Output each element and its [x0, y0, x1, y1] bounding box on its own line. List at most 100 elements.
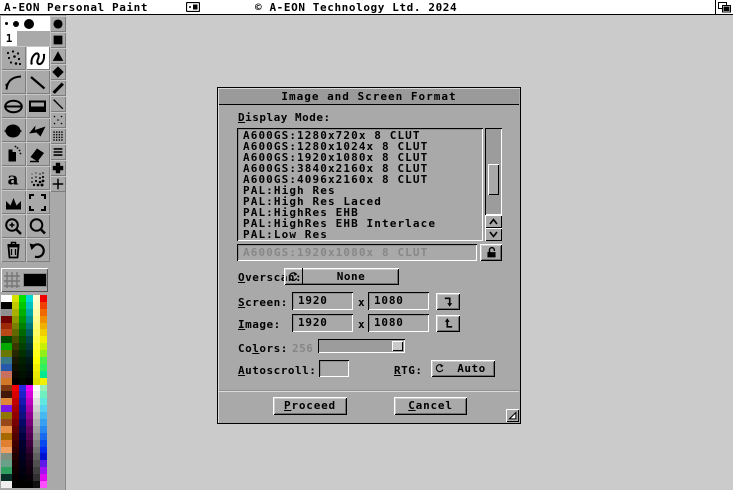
tool-crown-brush[interactable] [1, 190, 26, 214]
palette-color-7-2[interactable] [19, 343, 26, 350]
palette-color-3-4[interactable] [33, 316, 40, 323]
palette-color-22-1[interactable] [12, 447, 19, 454]
tool-rectangle[interactable] [26, 94, 51, 118]
palette-color-27-1[interactable] [12, 481, 19, 488]
palette-color-4-2[interactable] [19, 323, 26, 330]
palette-color-20-0[interactable] [1, 433, 12, 440]
palette-color-5-1[interactable] [12, 329, 19, 336]
palette-color-24-4[interactable] [33, 460, 40, 467]
palette-color-1-4[interactable] [33, 302, 40, 309]
palette-color-24-0[interactable] [1, 460, 12, 467]
palette-color-16-2[interactable] [19, 405, 26, 412]
brush-size-selector[interactable] [1, 16, 50, 31]
palette-color-16-5[interactable] [40, 405, 47, 412]
colors-slider-knob[interactable] [392, 341, 403, 351]
palette-color-13-4[interactable] [33, 385, 40, 392]
palette-color-23-5[interactable] [40, 453, 47, 460]
palette-color-21-0[interactable] [1, 440, 12, 447]
palette-color-14-2[interactable] [19, 391, 26, 398]
palette-color-9-1[interactable] [12, 357, 19, 364]
palette-color-10-4[interactable] [33, 364, 40, 371]
palette-color-22-3[interactable] [26, 447, 33, 454]
palette-color-11-3[interactable] [26, 371, 33, 378]
palette-color-0-1[interactable] [12, 295, 19, 302]
palette-color-7-0[interactable] [1, 343, 12, 350]
palette-color-15-0[interactable] [1, 398, 12, 405]
palette-color-1-2[interactable] [19, 302, 26, 309]
palette-color-12-5[interactable] [40, 378, 47, 385]
palette-color-17-5[interactable] [40, 412, 47, 419]
brush-dot-medium-icon[interactable] [13, 21, 19, 27]
palette-color-13-5[interactable] [40, 385, 47, 392]
resize-grip[interactable] [506, 409, 519, 422]
palette-color-14-5[interactable] [40, 391, 47, 398]
palette-color-2-5[interactable] [40, 309, 47, 316]
palette-color-25-0[interactable] [1, 467, 12, 474]
tool-ellipse[interactable] [1, 94, 26, 118]
palette-color-9-2[interactable] [19, 357, 26, 364]
palette-color-22-4[interactable] [33, 447, 40, 454]
palette-color-6-0[interactable] [1, 336, 12, 343]
palette-color-3-5[interactable] [40, 316, 47, 323]
palette-color-20-2[interactable] [19, 433, 26, 440]
scroll-down-button[interactable] [485, 228, 502, 241]
palette-color-18-5[interactable] [40, 419, 47, 426]
palette-color-17-0[interactable] [1, 412, 12, 419]
palette-color-8-3[interactable] [26, 350, 33, 357]
palette-color-9-5[interactable] [40, 357, 47, 364]
palette-color-19-1[interactable] [12, 426, 19, 433]
palette-color-26-2[interactable] [19, 474, 26, 481]
palette-color-7-3[interactable] [26, 343, 33, 350]
palette-color-18-3[interactable] [26, 419, 33, 426]
screen-height-field[interactable]: 1080 [368, 292, 429, 310]
palette-color-8-4[interactable] [33, 350, 40, 357]
palette-color-1-3[interactable] [26, 302, 33, 309]
palette-color-16-0[interactable] [1, 405, 12, 412]
colors-slider[interactable] [318, 339, 405, 353]
palette-color-3-0[interactable] [1, 316, 12, 323]
tool-bold-plus[interactable] [50, 160, 66, 176]
display-mode-list[interactable]: A600GS:1280x720x 8 CLUTA600GS:1280x1024x… [237, 128, 483, 241]
palette-color-23-4[interactable] [33, 453, 40, 460]
palette-color-4-3[interactable] [26, 323, 33, 330]
palette-color-5-0[interactable] [1, 329, 12, 336]
display-mode-item[interactable]: PAL:Low Res [243, 229, 483, 240]
palette-color-11-2[interactable] [19, 371, 26, 378]
tool-filled-diamond[interactable] [50, 64, 66, 80]
autoscroll-checkbox[interactable] [319, 360, 349, 377]
palette-color-5-3[interactable] [26, 329, 33, 336]
palette-color-26-4[interactable] [33, 474, 40, 481]
tool-trash[interactable] [1, 238, 26, 262]
palette-color-9-4[interactable] [33, 357, 40, 364]
palette-color-4-1[interactable] [12, 323, 19, 330]
tool-thin-diagonal-line[interactable] [50, 96, 66, 112]
palette-color-0-4[interactable] [33, 295, 40, 302]
tool-zoom-in[interactable] [1, 214, 26, 238]
palette-color-14-1[interactable] [12, 391, 19, 398]
screen-depth-gadget-icon[interactable] [715, 0, 733, 14]
palette-color-24-2[interactable] [19, 460, 26, 467]
palette-color-11-0[interactable] [1, 371, 12, 378]
palette-color-12-2[interactable] [19, 378, 26, 385]
copy-image-to-screen-button[interactable] [436, 315, 460, 332]
tool-menu-lines[interactable] [50, 144, 66, 160]
tool-spray-can[interactable] [1, 142, 26, 166]
palette-color-15-1[interactable] [12, 398, 19, 405]
palette-color-12-3[interactable] [26, 378, 33, 385]
palette-color-25-1[interactable] [12, 467, 19, 474]
palette-color-2-1[interactable] [12, 309, 19, 316]
scrollbar-track[interactable] [485, 128, 502, 215]
cancel-button[interactable]: Cancel [394, 397, 467, 415]
tool-select-frame[interactable] [26, 190, 51, 214]
rtg-cycle[interactable]: Auto [431, 360, 495, 377]
palette-color-20-1[interactable] [12, 433, 19, 440]
palette-color-8-0[interactable] [1, 350, 12, 357]
palette-color-6-3[interactable] [26, 336, 33, 343]
palette-color-2-2[interactable] [19, 309, 26, 316]
palette-color-8-2[interactable] [19, 350, 26, 357]
palette-color-21-4[interactable] [33, 440, 40, 447]
palette-color-15-5[interactable] [40, 398, 47, 405]
palette-color-2-0[interactable] [1, 309, 12, 316]
tool-thick-diagonal-line[interactable] [50, 80, 66, 96]
palette-color-23-3[interactable] [26, 453, 33, 460]
